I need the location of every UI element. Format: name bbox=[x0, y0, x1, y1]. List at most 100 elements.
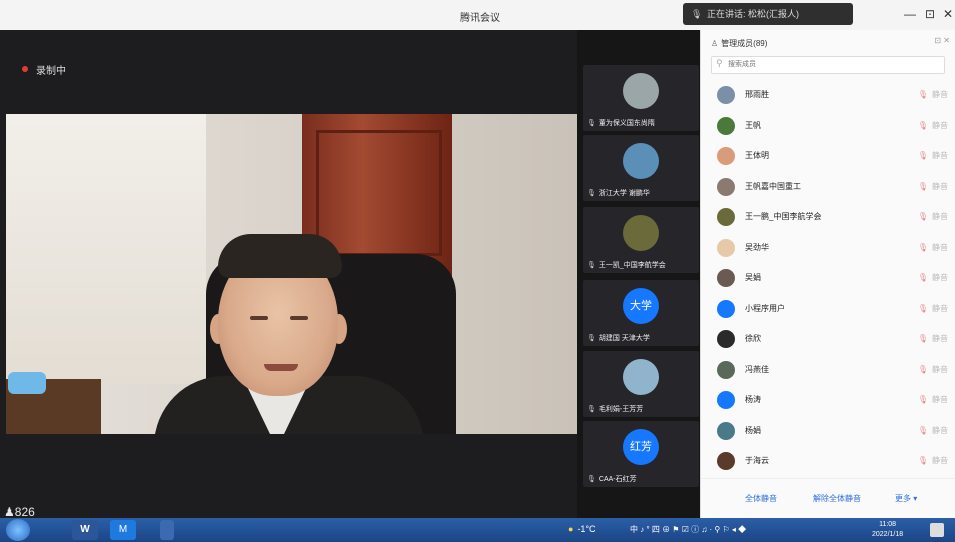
member-avatar bbox=[717, 86, 735, 104]
mute-status-text: 静音 bbox=[932, 334, 948, 343]
video-window-light bbox=[6, 114, 206, 384]
member-mute-status[interactable]: 🎙 静音 bbox=[918, 333, 948, 344]
video-blue-object bbox=[8, 372, 46, 394]
mic-icon: 🎙 bbox=[587, 190, 596, 197]
search-icon: ⚲ bbox=[716, 58, 723, 68]
participant-avatar: 大学 bbox=[623, 288, 659, 324]
member-row[interactable]: 邢雨胜 🎙 静音 bbox=[701, 80, 955, 110]
participant-tile[interactable]: 大学 🎙 胡建国 天津大学 bbox=[583, 280, 699, 346]
notification-icon[interactable] bbox=[930, 523, 944, 537]
muted-mic-icon: 🎙 bbox=[917, 242, 928, 252]
taskbar-app[interactable] bbox=[160, 520, 174, 540]
participant-count: 826 bbox=[14, 505, 35, 519]
muted-mic-icon: 🎙 bbox=[917, 90, 928, 99]
member-name: 徐欣 bbox=[745, 334, 761, 343]
participant-avatar bbox=[623, 215, 659, 251]
mute-status-text: 静音 bbox=[932, 212, 948, 221]
member-row[interactable]: 杨娟 🎙 静音 bbox=[701, 416, 955, 446]
sun-icon: ● bbox=[568, 524, 574, 534]
member-search-input[interactable] bbox=[728, 59, 928, 70]
members-title-text: 管理成员(89) bbox=[721, 39, 768, 48]
participant-name: 🎙 胡建国 天津大学 bbox=[587, 333, 650, 343]
participant-tile[interactable]: 红芳 🎙 CAA-石红芳 bbox=[583, 421, 699, 487]
member-row[interactable]: 王帆嘉中国重工 🎙 静音 bbox=[701, 172, 955, 202]
member-avatar bbox=[717, 299, 735, 318]
member-mute-status[interactable]: 🎙 静音 bbox=[918, 89, 948, 100]
member-row[interactable]: 王一鹏_中国李航学会 🎙 静音 bbox=[701, 202, 955, 232]
speaking-text: 正在讲话: 松松(汇报人) bbox=[707, 9, 799, 19]
member-name: 吴娟 bbox=[745, 273, 761, 282]
member-row[interactable]: 小程序用户 🎙 静音 bbox=[701, 294, 955, 324]
participant-tile[interactable]: 🎙 毛利娟-王芳芳 bbox=[583, 351, 699, 417]
mute-status-text: 静音 bbox=[932, 303, 948, 313]
participant-avatar bbox=[623, 143, 659, 179]
member-mute-status[interactable]: 🎙 静音 bbox=[918, 150, 948, 161]
muted-mic-icon: 🎙 bbox=[917, 334, 928, 343]
participant-name-text: 毛利娟-王芳芳 bbox=[598, 406, 644, 413]
member-avatar bbox=[717, 360, 735, 379]
member-mute-status[interactable]: 🎙 静音 bbox=[918, 211, 948, 222]
speaker-eye bbox=[250, 316, 268, 320]
mute-status-text: 静音 bbox=[932, 120, 948, 130]
member-name: 小程序用户 bbox=[745, 303, 785, 313]
muted-mic-icon: 🎙 bbox=[917, 425, 928, 435]
close-button[interactable]: ✕ bbox=[940, 7, 955, 21]
muted-mic-icon: 🎙 bbox=[917, 151, 928, 160]
mute-all-button[interactable]: 全体静音 bbox=[745, 493, 777, 504]
participant-counter: ♟826 bbox=[4, 505, 35, 519]
member-row[interactable]: 王帆 🎙 静音 bbox=[701, 111, 955, 141]
member-mute-status[interactable]: 🎙 静音 bbox=[918, 120, 948, 131]
muted-mic-icon: 🎙 bbox=[917, 181, 928, 191]
word-taskbar-icon[interactable]: W bbox=[72, 520, 98, 540]
member-name: 王帆嘉中国重工 bbox=[745, 181, 801, 191]
app-title: 腾讯会议 bbox=[460, 13, 500, 24]
member-avatar bbox=[717, 452, 735, 470]
participant-name: 🎙 浙江大学 谢鹏华 bbox=[587, 188, 650, 198]
meeting-taskbar-icon[interactable]: M bbox=[110, 520, 136, 540]
member-row[interactable]: 于海云 🎙 静音 bbox=[701, 446, 955, 476]
muted-mic-icon: 🎙 bbox=[917, 273, 928, 282]
member-name: 冯燕佳 bbox=[745, 364, 769, 374]
panel-controls[interactable]: ⊡ ✕ bbox=[934, 36, 950, 45]
main-video[interactable] bbox=[6, 114, 577, 434]
participant-tile[interactable]: 🎙 王一凯_中国李航学会 bbox=[583, 207, 699, 273]
participant-name-text: 王一凯_中国李航学会 bbox=[598, 262, 666, 269]
participant-avatar bbox=[623, 359, 659, 395]
unmute-all-button[interactable]: 解除全体静音 bbox=[813, 493, 861, 504]
member-row[interactable]: 吴娟 🎙 静音 bbox=[701, 263, 955, 293]
clock[interactable]: 11:08 2022/1/18 bbox=[872, 520, 903, 540]
member-mute-status[interactable]: 🎙 静音 bbox=[918, 272, 948, 283]
member-avatar bbox=[717, 238, 735, 257]
minimize-button[interactable]: — bbox=[902, 7, 918, 21]
member-mute-status[interactable]: 🎙 静音 bbox=[918, 242, 948, 253]
member-avatar bbox=[717, 116, 735, 135]
start-button[interactable] bbox=[6, 519, 30, 541]
member-avatar bbox=[717, 391, 735, 409]
mute-status-text: 静音 bbox=[932, 242, 948, 252]
member-mute-status[interactable]: 🎙 静音 bbox=[918, 455, 948, 466]
weather-widget[interactable]: ● -1°C bbox=[568, 524, 596, 534]
member-row[interactable]: 吴劲华 🎙 静音 bbox=[701, 233, 955, 263]
speaker-hair bbox=[218, 234, 342, 278]
member-row[interactable]: 杨涛 🎙 静音 bbox=[701, 385, 955, 415]
member-avatar bbox=[717, 147, 735, 165]
member-mute-status[interactable]: 🎙 静音 bbox=[918, 394, 948, 405]
muted-mic-icon: 🎙 bbox=[917, 120, 928, 130]
system-tray[interactable]: 中 ♪ ° 四 ⊕ ⚑ ☑ ⓘ ♫ · ⚲ ⚐ ◂ ◆ bbox=[630, 524, 746, 535]
member-mute-status[interactable]: 🎙 静音 bbox=[918, 181, 948, 192]
muted-mic-icon: 🎙 bbox=[917, 456, 928, 465]
member-mute-status[interactable]: 🎙 静音 bbox=[918, 303, 948, 314]
maximize-button[interactable]: ⊡ bbox=[922, 7, 938, 21]
member-mute-status[interactable]: 🎙 静音 bbox=[918, 425, 948, 436]
member-row[interactable]: 徐欣 🎙 静音 bbox=[701, 324, 955, 354]
participant-tile[interactable]: 🎙 浙江大学 谢鹏华 bbox=[583, 135, 699, 201]
member-row[interactable]: 冯燕佳 🎙 静音 bbox=[701, 355, 955, 385]
mic-icon: 🎙 bbox=[587, 262, 596, 269]
more-button[interactable]: 更多 ▾ bbox=[895, 493, 917, 504]
mic-icon: 🎙 bbox=[691, 9, 703, 19]
member-row[interactable]: 王体明 🎙 静音 bbox=[701, 141, 955, 171]
member-search[interactable]: ⚲ bbox=[711, 56, 945, 74]
member-name: 于海云 bbox=[745, 456, 769, 465]
participant-tile[interactable]: 🎙 董为保义国东尚隋 bbox=[583, 65, 699, 131]
member-mute-status[interactable]: 🎙 静音 bbox=[918, 364, 948, 375]
